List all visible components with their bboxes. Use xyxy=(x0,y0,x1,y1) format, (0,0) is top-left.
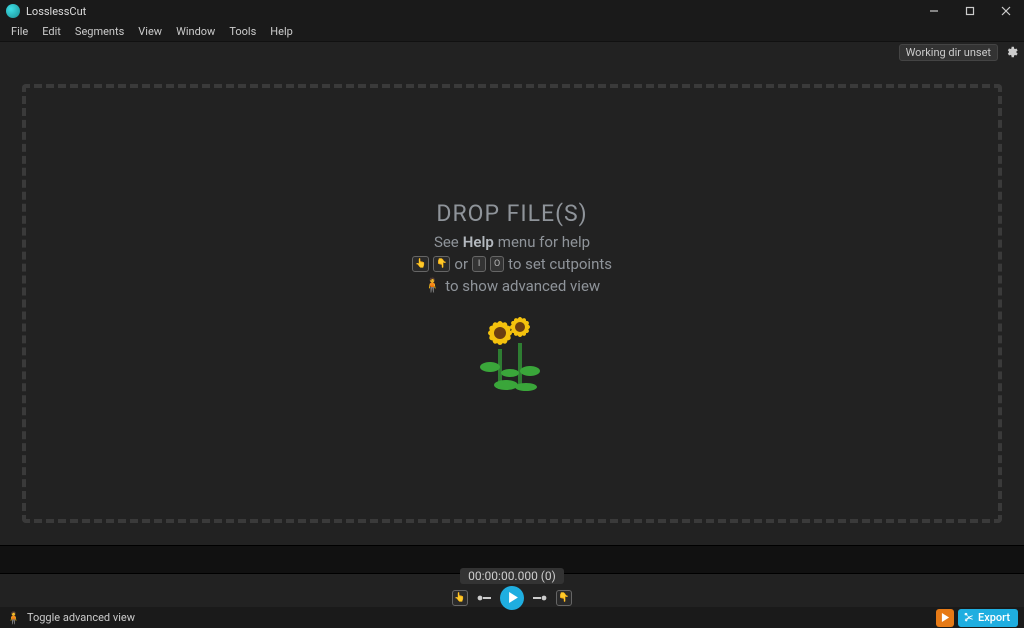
seek-end-button[interactable]: 👇 xyxy=(556,590,572,606)
timecode[interactable]: 00:00:00.000 (0) xyxy=(460,568,564,584)
gear-icon xyxy=(1004,45,1018,59)
window-controls xyxy=(916,0,1024,22)
export-button[interactable]: Export xyxy=(958,609,1018,627)
menu-file[interactable]: File xyxy=(4,23,35,40)
menu-tools[interactable]: Tools xyxy=(222,23,263,40)
next-keyframe-button[interactable] xyxy=(532,590,548,606)
toggle-advanced-view[interactable]: 🧍 Toggle advanced view xyxy=(6,611,135,625)
person-icon: 🧍 xyxy=(424,278,441,294)
app-title: LosslessCut xyxy=(26,5,86,18)
export-group: Export xyxy=(936,609,1018,627)
menu-segments[interactable]: Segments xyxy=(68,23,131,40)
menu-view[interactable]: View xyxy=(131,23,169,40)
or-text: or xyxy=(454,255,468,273)
app-icon xyxy=(6,4,20,18)
key-o: O xyxy=(490,256,504,272)
minimize-button[interactable] xyxy=(916,0,952,22)
hand-up-icon: 👆 xyxy=(412,256,429,272)
menu-help[interactable]: Help xyxy=(263,23,300,40)
seek-start-button[interactable]: 👆 xyxy=(452,590,468,606)
working-dir-button[interactable]: Working dir unset xyxy=(899,44,998,61)
menubar: File Edit Segments View Window Tools Hel… xyxy=(0,22,1024,42)
dropzone[interactable]: DROP FILE(S) See Help menu for help 👆 👇 … xyxy=(22,84,1002,523)
export-preview-button[interactable] xyxy=(936,609,954,627)
key-i: I xyxy=(472,256,486,272)
advanced-text: to show advanced view xyxy=(445,277,600,295)
menu-edit[interactable]: Edit xyxy=(35,23,68,40)
scissors-icon xyxy=(963,612,974,623)
play-icon xyxy=(941,613,950,622)
hand-down-icon: 👇 xyxy=(433,256,450,272)
drop-cutpoints-line: 👆 👇 or I O to set cutpoints xyxy=(412,255,612,273)
top-toolbar: Working dir unset xyxy=(0,42,1024,62)
play-button[interactable] xyxy=(500,586,524,610)
toggle-advanced-label: Toggle advanced view xyxy=(27,611,135,624)
transport-row: 00:00:00.000 (0) 👆 👇 xyxy=(0,574,1024,607)
cutpoints-text: to set cutpoints xyxy=(508,255,612,273)
drop-advanced-line: 🧍 to show advanced view xyxy=(424,277,600,295)
settings-button[interactable] xyxy=(1002,43,1020,61)
bottom-bar: 🧍 Toggle advanced view Export xyxy=(0,607,1024,628)
titlebar: LosslessCut xyxy=(0,0,1024,22)
main-area: DROP FILE(S) See Help menu for help 👆 👇 … xyxy=(0,62,1024,545)
export-label: Export xyxy=(978,611,1010,624)
drop-help-bold: Help xyxy=(463,233,494,251)
drop-help-post: menu for help xyxy=(498,233,590,251)
drop-title: DROP FILE(S) xyxy=(436,200,587,227)
maximize-button[interactable] xyxy=(952,0,988,22)
transport-controls: 👆 👇 xyxy=(452,586,572,610)
sunflower-illustration xyxy=(476,311,548,393)
menu-window[interactable]: Window xyxy=(169,23,222,40)
prev-keyframe-button[interactable] xyxy=(476,590,492,606)
drop-help-pre: See xyxy=(434,233,459,251)
person-icon: 🧍 xyxy=(6,611,21,625)
close-button[interactable] xyxy=(988,0,1024,22)
drop-help-line: See Help menu for help xyxy=(434,233,590,251)
